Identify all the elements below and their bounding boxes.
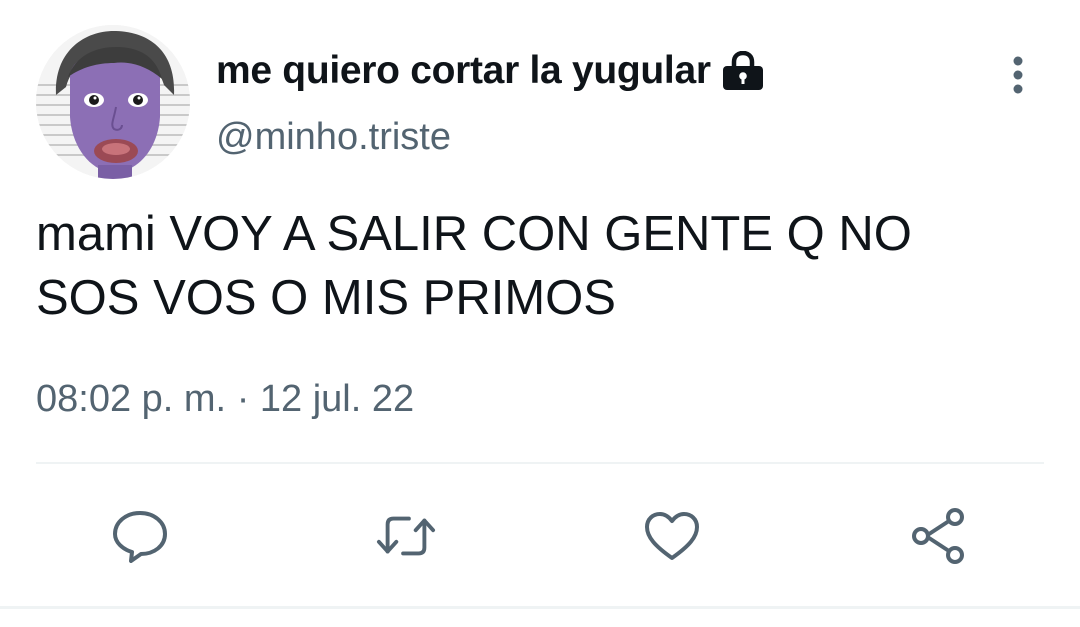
avatar[interactable] — [36, 25, 190, 179]
tweet-text: mami VOY A SALIR CON GENTE Q NO SOS VOS … — [36, 207, 912, 325]
timestamp-separator: · — [236, 378, 250, 420]
heart-icon — [645, 512, 699, 560]
display-name-row: me quiero cortar la yugular — [216, 45, 767, 97]
like-button[interactable] — [642, 506, 702, 566]
tweet-card: me quiero cortar la yugular @minho.trist… — [0, 0, 1080, 627]
share-button[interactable] — [908, 506, 968, 566]
reply-button[interactable] — [110, 506, 170, 566]
retweet-button[interactable] — [376, 506, 436, 566]
lock-icon — [721, 48, 767, 94]
bottom-divider — [0, 606, 1080, 609]
user-handle[interactable]: @minho.triste — [216, 116, 451, 159]
more-vertical-icon — [1013, 56, 1023, 94]
divider — [36, 462, 1044, 464]
comment-icon — [113, 511, 167, 563]
more-options-button[interactable] — [998, 52, 1038, 98]
timestamp-row: 08:02 p. m. · 12 jul. 22 — [36, 378, 414, 421]
retweet-icon — [376, 516, 436, 556]
tweet-time[interactable]: 08:02 p. m. — [36, 378, 226, 420]
display-name[interactable]: me quiero cortar la yugular — [216, 49, 711, 93]
avatar-image — [36, 25, 190, 179]
share-icon — [912, 508, 964, 564]
tweet-date[interactable]: 12 jul. 22 — [260, 378, 414, 420]
